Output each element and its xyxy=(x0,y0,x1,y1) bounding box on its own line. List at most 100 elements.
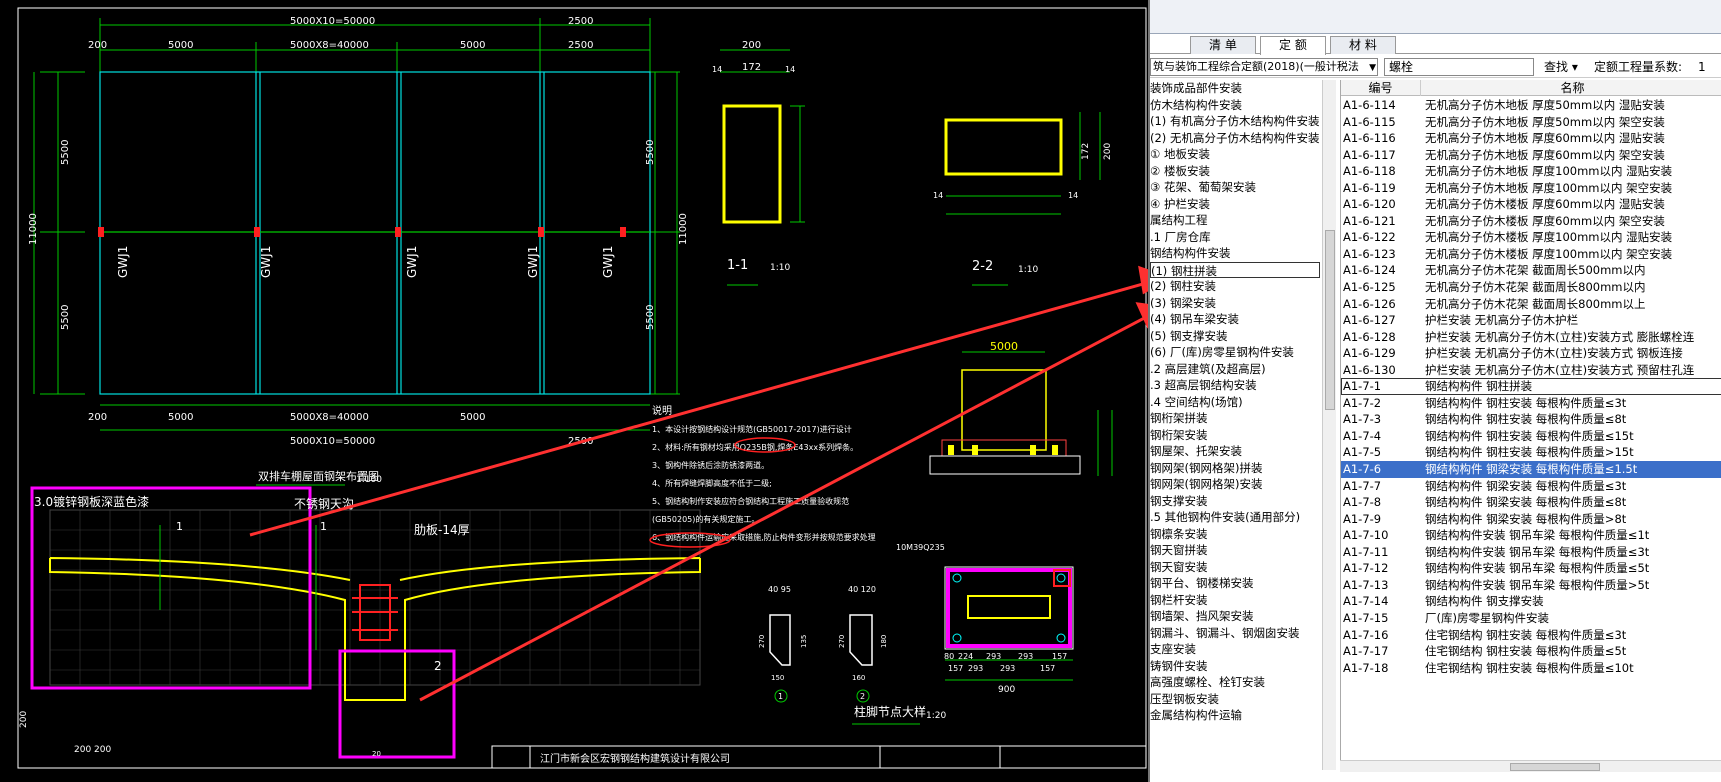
tab-material[interactable]: 材 料 xyxy=(1330,36,1396,54)
table-row[interactable]: A1-7-4 钢结构构件 钢柱安装 每根构件质量≤15t xyxy=(1341,428,1721,445)
cell-name: 无机高分子仿木楼板 厚度100mm以内 湿贴安装 xyxy=(1425,230,1673,245)
svg-text:2-2: 2-2 xyxy=(972,259,993,274)
table-row[interactable]: A1-7-1 钢结构构件 钢柱拼装 xyxy=(1341,378,1721,395)
tree-item[interactable]: 钢网架(钢网格架)安装 xyxy=(1150,476,1320,493)
table-row[interactable]: A1-7-8 钢结构构件 钢梁安装 每根构件质量≤8t xyxy=(1341,494,1721,511)
tree-item[interactable]: 钢漏斗、钢漏斗、钢烟囱安装 xyxy=(1150,625,1320,642)
tree-item[interactable]: 金属结构构件运输 xyxy=(1150,707,1320,724)
cad-drawing-canvas[interactable]: 5000X10=50000 2500 200 5000 5000X8=40000… xyxy=(0,0,1148,770)
table-row[interactable]: A1-7-17 住宅钢结构 钢柱安装 每根构件质量≤5t xyxy=(1341,643,1721,660)
table-row[interactable]: A1-7-18 住宅钢结构 钢柱安装 每根构件质量≤10t xyxy=(1341,660,1721,677)
find-button[interactable]: 查找 ▾ xyxy=(1544,58,1578,76)
tree-item[interactable]: .2 高层建筑(及超高层) xyxy=(1150,361,1320,378)
tree-item[interactable]: 钢墙架、挡风架安装 xyxy=(1150,608,1320,625)
table-row[interactable]: A1-7-10 钢结构构件安装 钢吊车梁 每根构件质量≤1t xyxy=(1341,527,1721,544)
tree-item[interactable]: .4 空间结构(场馆) xyxy=(1150,394,1320,411)
table-row[interactable]: A1-7-15 厂(库)房零星钢构件安装 xyxy=(1341,610,1721,627)
table-row[interactable]: A1-6-123 无机高分子仿木楼板 厚度100mm以内 架空安装 xyxy=(1341,246,1721,263)
table-row[interactable]: A1-6-122 无机高分子仿木楼板 厚度100mm以内 湿贴安装 xyxy=(1341,229,1721,246)
table-row[interactable]: A1-7-12 钢结构构件安装 钢吊车梁 每根构件质量≤5t xyxy=(1341,560,1721,577)
coef-input[interactable]: 1 xyxy=(1698,58,1706,76)
tree-item[interactable]: 压型钢板安装 xyxy=(1150,691,1320,708)
grid-scroll-thumb[interactable] xyxy=(1510,763,1600,771)
tree-item[interactable]: 钢檩条安装 xyxy=(1150,526,1320,543)
table-row[interactable]: A1-6-119 无机高分子仿木地板 厚度100mm以内 架空安装 xyxy=(1341,180,1721,197)
tree-item[interactable]: 属结构工程 xyxy=(1150,212,1320,229)
table-row[interactable]: A1-6-115 无机高分子仿木地板 厚度50mm以内 架空安装 xyxy=(1341,114,1721,131)
table-row[interactable]: A1-7-5 钢结构构件 钢柱安装 每根构件质量>15t xyxy=(1341,444,1721,461)
tree-item[interactable]: ② 楼板安装 xyxy=(1150,163,1320,180)
tree-item[interactable]: .1 厂房仓库 xyxy=(1150,229,1320,246)
table-row[interactable]: A1-7-2 钢结构构件 钢柱安装 每根构件质量≤3t xyxy=(1341,395,1721,412)
tree-item[interactable]: (2) 钢柱安装 xyxy=(1150,278,1320,295)
tree-item[interactable]: 高强度螺栓、栓钉安装 xyxy=(1150,674,1320,691)
tree-item[interactable]: (4) 钢吊车梁安装 xyxy=(1150,311,1320,328)
tab-bill[interactable]: 清 单 xyxy=(1190,36,1256,54)
table-row[interactable]: A1-6-124 无机高分子仿木花架 截面周长500mm以内 xyxy=(1341,262,1721,279)
tree-item[interactable]: 钢桁架安装 xyxy=(1150,427,1320,444)
table-row[interactable]: A1-6-125 无机高分子仿木花架 截面周长800mm以内 xyxy=(1341,279,1721,296)
tree-item[interactable]: 仿木结构构件安装 xyxy=(1150,97,1320,114)
search-input[interactable]: 螺栓 xyxy=(1384,58,1534,76)
tree-item[interactable]: 钢网架(钢网格架)拼装 xyxy=(1150,460,1320,477)
table-row[interactable]: A1-7-16 住宅钢结构 钢柱安装 每根构件质量≤3t xyxy=(1341,627,1721,644)
tree-item[interactable]: (1) 有机高分子仿木结构构件安装 xyxy=(1150,113,1320,130)
cell-name: 钢结构构件安装 钢吊车梁 每根构件质量≤5t xyxy=(1425,561,1650,576)
table-row[interactable]: A1-6-128 护栏安装 无机高分子仿木(立柱)安装方式 膨胀螺栓连 xyxy=(1341,329,1721,346)
table-row[interactable]: A1-7-6 钢结构构件 钢梁安装 每根构件质量≤1.5t xyxy=(1341,461,1721,478)
table-row[interactable]: A1-6-117 无机高分子仿木地板 厚度60mm以内 架空安装 xyxy=(1341,147,1721,164)
col-name-header[interactable]: 名称 xyxy=(1421,80,1721,96)
cell-name: 住宅钢结构 钢柱安装 每根构件质量≤10t xyxy=(1425,660,1634,675)
cell-code: A1-7-3 xyxy=(1343,412,1382,427)
tree-scrollbar[interactable] xyxy=(1322,80,1336,770)
svg-text:293: 293 xyxy=(968,664,983,673)
library-select[interactable]: 筑与装饰工程综合定额(2018)(一般计税法 ▼ xyxy=(1150,58,1378,76)
tree-item[interactable]: 支座安装 xyxy=(1150,641,1320,658)
table-row[interactable]: A1-6-116 无机高分子仿木地板 厚度60mm以内 湿贴安装 xyxy=(1341,130,1721,147)
tree-item[interactable]: 钢支撑安装 xyxy=(1150,493,1320,510)
cell-code: A1-6-126 xyxy=(1343,296,1396,311)
tree-item[interactable]: ④ 护栏安装 xyxy=(1150,196,1320,213)
table-row[interactable]: A1-6-129 护栏安装 无机高分子仿木(立柱)安装方式 钢板连接 xyxy=(1341,345,1721,362)
tree-item[interactable]: .3 超高层钢结构安装 xyxy=(1150,377,1320,394)
tree-scroll-thumb[interactable] xyxy=(1325,230,1335,410)
tab-quota[interactable]: 定 额 xyxy=(1260,36,1326,55)
tree-item[interactable]: 钢栏杆安装 xyxy=(1150,592,1320,609)
table-row[interactable]: A1-6-127 护栏安装 无机高分子仿木护栏 xyxy=(1341,312,1721,329)
tree-item[interactable]: 钢桁架拼装 xyxy=(1150,410,1320,427)
table-row[interactable]: A1-6-130 护栏安装 无机高分子仿木(立柱)安装方式 预留柱孔连 xyxy=(1341,362,1721,379)
tree-item[interactable]: .5 其他钢构件安装(通用部分) xyxy=(1150,509,1320,526)
tree-item[interactable]: 铸钢件安装 xyxy=(1150,658,1320,675)
tree-item[interactable]: ① 地板安装 xyxy=(1150,146,1320,163)
table-row[interactable]: A1-7-7 钢结构构件 钢梁安装 每根构件质量≤3t xyxy=(1341,478,1721,495)
tree-item[interactable]: (3) 钢梁安装 xyxy=(1150,295,1320,312)
table-row[interactable]: A1-6-114 无机高分子仿木地板 厚度50mm以内 湿贴安装 xyxy=(1341,97,1721,114)
svg-text:1:10: 1:10 xyxy=(1018,265,1038,275)
cell-code: A1-7-14 xyxy=(1343,594,1389,609)
table-row[interactable]: A1-7-14 钢结构构件 钢支撑安装 xyxy=(1341,593,1721,610)
cell-code: A1-6-117 xyxy=(1343,147,1396,162)
table-row[interactable]: A1-6-118 无机高分子仿木地板 厚度100mm以内 湿贴安装 xyxy=(1341,163,1721,180)
tree-item[interactable]: 钢平台、钢楼梯安装 xyxy=(1150,575,1320,592)
tree-item[interactable]: 装饰成品部件安装 xyxy=(1150,80,1320,97)
tree-item[interactable]: (6) 厂(库)房零星钢构件安装 xyxy=(1150,344,1320,361)
table-row[interactable]: A1-7-13 钢结构构件安装 钢吊车梁 每根构件质量>5t xyxy=(1341,577,1721,594)
table-row[interactable]: A1-7-3 钢结构构件 钢柱安装 每根构件质量≤8t xyxy=(1341,411,1721,428)
tree-item[interactable]: 钢屋架、托架安装 xyxy=(1150,443,1320,460)
tree-item[interactable]: 钢天窗安装 xyxy=(1150,559,1320,576)
table-row[interactable]: A1-6-121 无机高分子仿木楼板 厚度60mm以内 架空安装 xyxy=(1341,213,1721,230)
table-row[interactable]: A1-7-9 钢结构构件 钢梁安装 每根构件质量>8t xyxy=(1341,511,1721,528)
cell-code: A1-6-119 xyxy=(1343,180,1396,195)
table-row[interactable]: A1-6-120 无机高分子仿木楼板 厚度60mm以内 湿贴安装 xyxy=(1341,196,1721,213)
svg-text:肋板-14厚: 肋板-14厚 xyxy=(414,522,470,537)
tree-item[interactable]: (5) 钢支撑安装 xyxy=(1150,328,1320,345)
table-row[interactable]: A1-7-11 钢结构构件安装 钢吊车梁 每根构件质量≤3t xyxy=(1341,544,1721,561)
tree-item[interactable]: (2) 无机高分子仿木结构构件安装 xyxy=(1150,130,1320,147)
tree-item[interactable]: (1) 钢柱拼装 xyxy=(1150,261,1320,278)
tree-item[interactable]: 钢结构构件安装 xyxy=(1150,245,1320,262)
tree-item[interactable]: ③ 花架、葡萄架安装 xyxy=(1150,179,1320,196)
grid-hscrollbar[interactable] xyxy=(1340,760,1721,772)
col-code-header[interactable]: 编号 xyxy=(1341,80,1421,96)
table-row[interactable]: A1-6-126 无机高分子仿木花架 截面周长800mm以上 xyxy=(1341,296,1721,313)
tree-item[interactable]: 钢天窗拼装 xyxy=(1150,542,1320,559)
